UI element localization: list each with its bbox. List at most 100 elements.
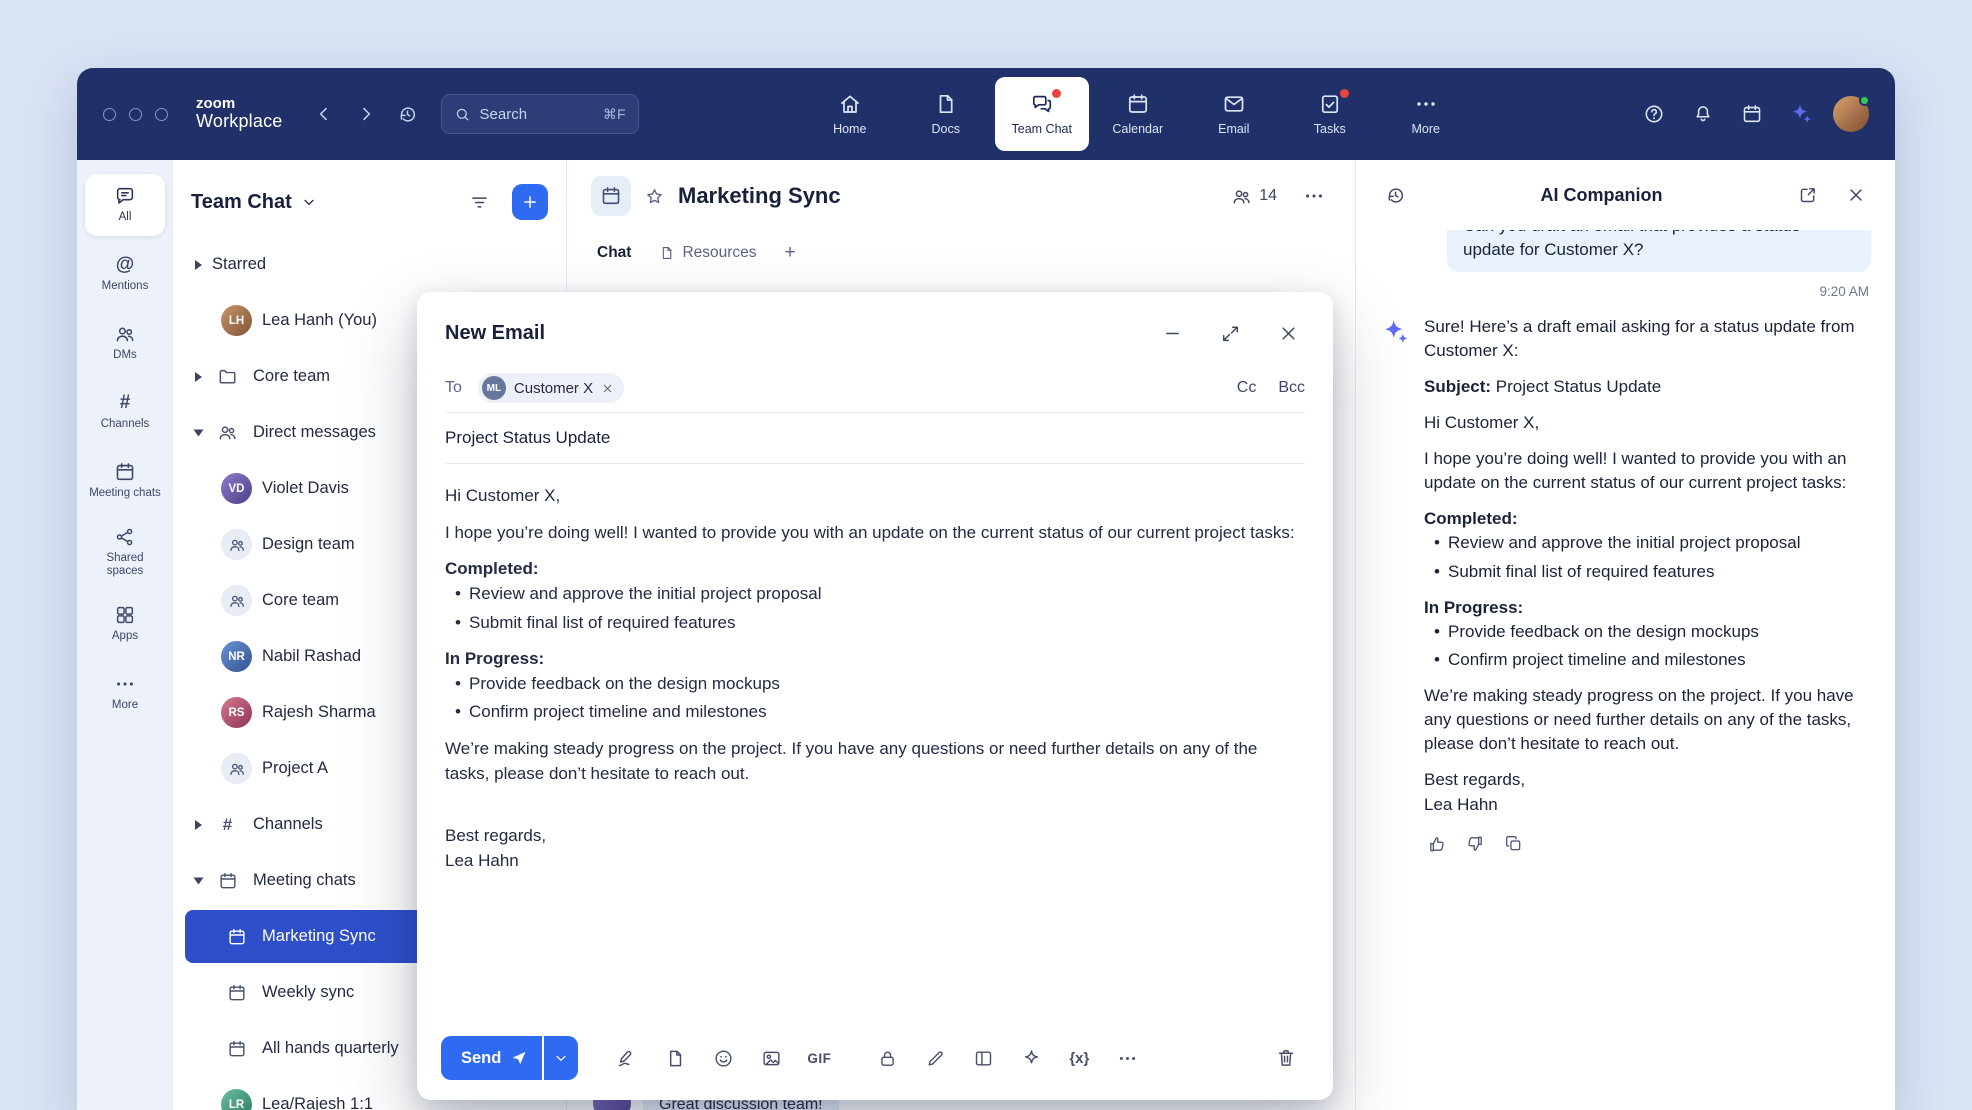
open-in-new-icon (1798, 185, 1818, 205)
caret-right-icon (195, 260, 202, 270)
minimize-icon (1162, 323, 1183, 344)
help-button[interactable] (1637, 97, 1671, 131)
status-dot (1859, 95, 1870, 106)
avatar: NR (221, 641, 252, 672)
search-input[interactable]: Search ⌘F (441, 94, 639, 134)
emoji-button[interactable] (706, 1041, 740, 1075)
bell-icon (1692, 103, 1714, 125)
minimize-button[interactable] (1155, 316, 1189, 350)
tab-chat[interactable]: Chat (597, 244, 631, 262)
members-button[interactable]: 14 (1231, 186, 1277, 207)
rail-item-meeting-chats[interactable]: Meeting chats (85, 450, 165, 512)
rail-item-more[interactable]: More (85, 661, 165, 723)
rail-item-channels[interactable]: # Channels (85, 381, 165, 443)
caret-right-icon (195, 372, 202, 382)
copy-button[interactable] (1500, 831, 1526, 857)
trash-icon (1275, 1047, 1297, 1069)
subject-label: Subject: (1424, 377, 1491, 396)
notifications-button[interactable] (1686, 97, 1720, 131)
rail-item-shared-spaces[interactable]: Shared spaces (85, 519, 165, 585)
recipient-avatar: ML (482, 376, 506, 400)
back-button[interactable] (307, 97, 341, 131)
topbar: zoom Workplace Search ⌘F Home Docs Te (77, 68, 1895, 160)
window-close-button[interactable] (103, 108, 116, 121)
cc-button[interactable]: Cc (1237, 379, 1257, 397)
encrypt-button[interactable] (870, 1041, 904, 1075)
window-zoom-button[interactable] (155, 108, 168, 121)
bcc-button[interactable]: Bcc (1278, 379, 1305, 397)
nav-email[interactable]: Email (1187, 77, 1281, 151)
history-button[interactable] (391, 97, 425, 131)
signature-icon (616, 1047, 638, 1069)
template-button[interactable] (658, 1041, 692, 1075)
folder-icon (212, 366, 243, 387)
expand-button[interactable] (1213, 316, 1247, 350)
remove-recipient-button[interactable] (601, 382, 614, 395)
nav-more[interactable]: More (1379, 77, 1473, 151)
close-icon (601, 382, 614, 395)
rail-item-mentions[interactable]: @ Mentions (85, 243, 165, 305)
ai-close-button[interactable] (1839, 178, 1873, 212)
nav-home[interactable]: Home (803, 77, 897, 151)
ai-history-button[interactable] (1378, 178, 1412, 212)
window-controls[interactable] (103, 108, 168, 121)
emoji-icon (713, 1048, 734, 1069)
discard-button[interactable] (1269, 1041, 1303, 1075)
ai-feedback-bar (1424, 831, 1871, 857)
thumbs-down-button[interactable] (1462, 831, 1488, 857)
star-channel-button[interactable] (644, 186, 665, 207)
ai-companion-button[interactable] (1784, 97, 1818, 131)
nav-team-chat[interactable]: Team Chat (995, 77, 1089, 151)
gif-button[interactable]: GIF (802, 1041, 836, 1075)
recipient-chip[interactable]: ML Customer X (478, 373, 624, 403)
rail-item-apps[interactable]: Apps (85, 592, 165, 654)
notification-dot (1340, 89, 1349, 98)
ai-popout-button[interactable] (1791, 178, 1825, 212)
close-button[interactable] (1271, 316, 1305, 350)
variables-button[interactable]: {x} (1062, 1041, 1096, 1075)
thumbs-up-button[interactable] (1424, 831, 1450, 857)
rail-item-all[interactable]: All (85, 174, 165, 236)
chevron-down-icon (301, 194, 317, 210)
member-count: 14 (1259, 187, 1277, 205)
recipients-row[interactable]: To ML Customer X Cc Bcc (445, 364, 1305, 413)
chat-panel-title[interactable]: Team Chat (191, 191, 317, 214)
layout-button[interactable] (966, 1041, 1000, 1075)
window-minimize-button[interactable] (129, 108, 142, 121)
calendar-icon (221, 927, 252, 947)
tab-resources[interactable]: Resources (659, 244, 756, 262)
channel-avatar (591, 176, 631, 216)
subject-input[interactable]: Project Status Update (445, 413, 1305, 464)
chat-section-starred[interactable]: Starred (185, 238, 554, 291)
send-options-button[interactable] (544, 1036, 578, 1080)
insert-image-button[interactable] (754, 1041, 788, 1075)
email-body-editor[interactable]: Hi Customer X, I hope you’re doing well!… (417, 464, 1333, 1022)
channel-more-button[interactable] (1297, 179, 1331, 213)
tab-add-button[interactable]: + (785, 242, 796, 264)
nav-calendar[interactable]: Calendar (1091, 77, 1185, 151)
schedule-button[interactable] (1735, 97, 1769, 131)
caret-down-icon (194, 429, 204, 436)
rail-item-dms[interactable]: DMs (85, 312, 165, 374)
nav-label: More (1412, 122, 1440, 136)
nav-tasks[interactable]: Tasks (1283, 77, 1377, 151)
more-tools-button[interactable] (1110, 1041, 1144, 1075)
more-icon (1303, 185, 1325, 207)
more-icon (1414, 92, 1438, 116)
forward-button[interactable] (349, 97, 383, 131)
edit-button[interactable] (918, 1041, 952, 1075)
search-icon (454, 106, 471, 123)
send-button[interactable]: Send (441, 1036, 542, 1080)
signature-button[interactable] (610, 1041, 644, 1075)
new-chat-button[interactable] (512, 184, 548, 220)
nav-docs[interactable]: Docs (899, 77, 993, 151)
history-icon (1385, 185, 1406, 206)
ai-compose-button[interactable] (1014, 1041, 1048, 1075)
user-message-bubble: Can you draft an email that provides a s… (1447, 230, 1871, 272)
filter-button[interactable] (462, 185, 496, 219)
avatar: RS (221, 697, 252, 728)
calendar-icon (114, 461, 136, 483)
nav-label: Calendar (1112, 122, 1163, 136)
hash-icon: # (212, 814, 243, 836)
user-avatar[interactable] (1833, 96, 1869, 132)
